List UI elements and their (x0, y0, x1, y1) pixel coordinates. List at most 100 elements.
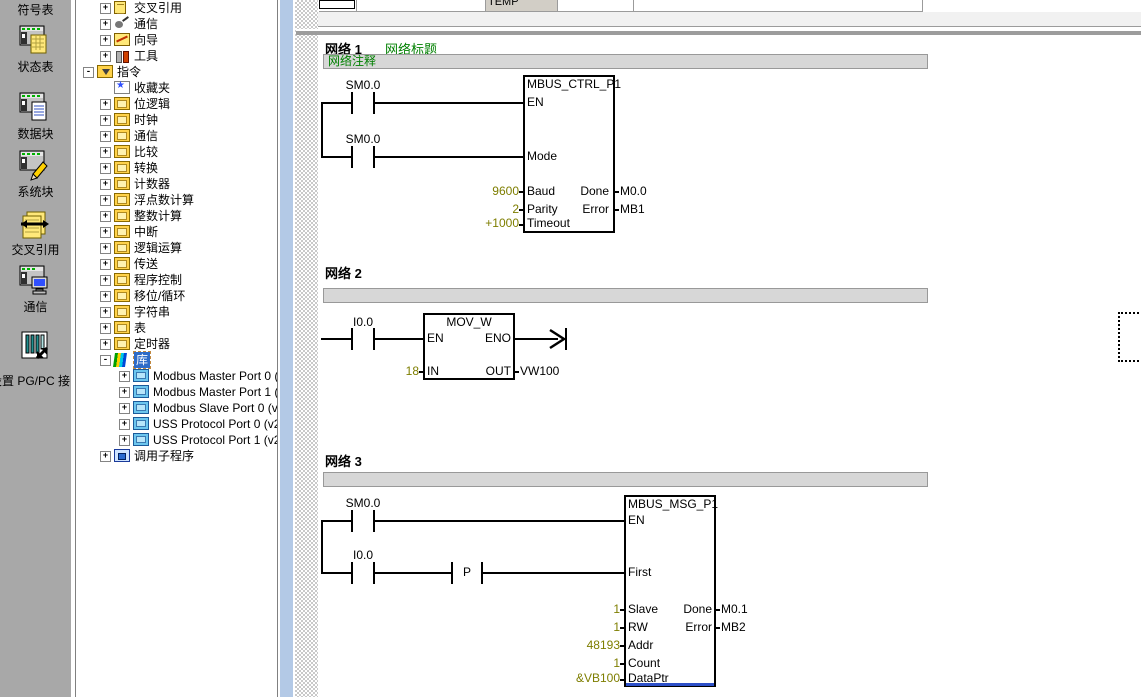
horizontal-splitter[interactable] (296, 29, 1141, 35)
var-table-row-header[interactable] (319, 0, 355, 9)
contact[interactable] (373, 510, 375, 532)
param-value-slave[interactable]: 1 (542, 602, 620, 616)
contact[interactable] (351, 92, 353, 114)
contact[interactable] (373, 92, 375, 114)
contact-operand[interactable]: I0.0 (333, 315, 393, 329)
output-operand-error[interactable]: MB2 (721, 620, 746, 634)
nav-communications[interactable]: 通信 (0, 265, 71, 313)
expand-toggle[interactable]: - (83, 67, 94, 78)
tree-item[interactable]: +交叉引用 (76, 0, 277, 16)
contact-operand[interactable]: SM0.0 (333, 496, 393, 510)
tree-item[interactable]: +浮点数计算 (76, 192, 277, 208)
expand-toggle[interactable]: + (100, 179, 111, 190)
tree-item[interactable]: +整数计算 (76, 208, 277, 224)
tree-item[interactable]: +程序控制 (76, 272, 277, 288)
output-operand-done[interactable]: M0.1 (721, 602, 748, 616)
expand-toggle[interactable]: + (119, 371, 130, 382)
tree-item[interactable]: +比较 (76, 144, 277, 160)
param-value-parity[interactable]: 2 (449, 202, 519, 216)
tree-item[interactable]: +逻辑运算 (76, 240, 277, 256)
expand-toggle[interactable]: + (100, 195, 111, 206)
tree-item[interactable]: 收藏夹 (76, 80, 277, 96)
contact[interactable] (351, 510, 353, 532)
expand-toggle[interactable]: + (100, 115, 111, 126)
expand-toggle[interactable]: + (100, 291, 111, 302)
contact-operand[interactable]: SM0.0 (333, 78, 393, 92)
expand-toggle[interactable]: + (100, 243, 111, 254)
expand-toggle[interactable]: + (100, 35, 111, 46)
network-2-label[interactable]: 网络 2 (325, 263, 362, 282)
output-operand-error[interactable]: MB1 (620, 202, 645, 216)
contact[interactable] (373, 562, 375, 584)
expand-toggle[interactable]: + (100, 99, 111, 110)
expand-toggle[interactable]: + (119, 387, 130, 398)
tree-item[interactable]: +Modbus Master Port 0 (v1 (76, 368, 277, 384)
tree-item[interactable]: +位逻辑 (76, 96, 277, 112)
param-value-dataptr[interactable]: &VB100 (542, 671, 620, 685)
expand-toggle[interactable]: + (100, 451, 111, 462)
contact[interactable] (351, 328, 353, 350)
expand-toggle[interactable]: + (100, 275, 111, 286)
expand-toggle[interactable]: + (100, 211, 111, 222)
param-value-baud[interactable]: 9600 (449, 184, 519, 198)
tree-item[interactable]: +USS Protocol Port 1 (v2.3 (76, 432, 277, 448)
nav-symbol-table[interactable]: 符号表 (0, 0, 71, 18)
expand-toggle[interactable]: + (100, 19, 111, 30)
expand-toggle[interactable]: + (119, 435, 130, 446)
param-value-count[interactable]: 1 (542, 656, 620, 670)
pane-splitter[interactable] (280, 0, 293, 697)
tree-item[interactable]: +时钟 (76, 112, 277, 128)
expand-toggle[interactable]: + (100, 147, 111, 158)
tree-item[interactable]: +传送 (76, 256, 277, 272)
expand-toggle[interactable]: - (100, 355, 111, 366)
tree-item[interactable]: +移位/循环 (76, 288, 277, 304)
tree-item[interactable]: +中断 (76, 224, 277, 240)
expand-toggle[interactable]: + (119, 403, 130, 414)
tree-item[interactable]: +定时器 (76, 336, 277, 352)
expand-toggle[interactable]: + (100, 131, 111, 142)
expand-toggle[interactable]: + (100, 3, 111, 14)
tree-item[interactable]: +字符串 (76, 304, 277, 320)
tree-item[interactable]: +工具 (76, 48, 277, 64)
network-3-comment[interactable] (323, 472, 928, 487)
expand-toggle[interactable]: + (100, 51, 111, 62)
tree-item[interactable]: +Modbus Slave Port 0 (v1.l (76, 400, 277, 416)
nav-data-block[interactable]: 数据块 (0, 92, 71, 140)
tree-item[interactable]: +向导 (76, 32, 277, 48)
tree-item[interactable]: -指令 (76, 64, 277, 80)
expand-toggle[interactable]: + (100, 163, 111, 174)
param-value-rw[interactable]: 1 (542, 620, 620, 634)
nav-status-chart[interactable]: 状态表 (0, 25, 71, 73)
contact[interactable] (373, 328, 375, 350)
contact[interactable] (351, 562, 353, 584)
output-operand-out[interactable]: VW100 (520, 364, 559, 378)
expand-toggle[interactable]: + (100, 323, 111, 334)
param-value-addr[interactable]: 48193 (542, 638, 620, 652)
network-1-comment[interactable]: 网络注释 (323, 54, 928, 69)
nav-system-block[interactable]: 系统块 (0, 150, 71, 198)
contact-operand[interactable]: I0.0 (333, 548, 393, 562)
contact[interactable] (373, 146, 375, 168)
expand-toggle[interactable]: + (100, 259, 111, 270)
expand-toggle[interactable]: + (100, 227, 111, 238)
expand-toggle[interactable]: + (119, 419, 130, 430)
tree-item[interactable]: +Modbus Master Port 1 (v1 (76, 384, 277, 400)
contact[interactable] (351, 146, 353, 168)
nav-cross-reference[interactable]: 交叉引用 (0, 208, 71, 256)
output-operand-done[interactable]: M0.0 (620, 184, 647, 198)
tree-item[interactable]: -库 (76, 352, 277, 368)
var-type-cell[interactable]: TEMP (485, 0, 557, 11)
tree-item[interactable]: +通信 (76, 16, 277, 32)
nav-set-pg-pc-interface[interactable]: 设置 PG/PC 接口 (0, 330, 71, 390)
tree-item[interactable]: +转换 (76, 160, 277, 176)
network-3-label[interactable]: 网络 3 (325, 451, 362, 470)
expand-toggle[interactable]: + (100, 339, 111, 350)
param-value-in[interactable]: 18 (379, 364, 419, 378)
tree-item[interactable]: +表 (76, 320, 277, 336)
tree-item[interactable]: +计数器 (76, 176, 277, 192)
tree-item[interactable]: +调用子程序 (76, 448, 277, 464)
param-value-timeout[interactable]: +1000 (449, 216, 519, 230)
network-2-comment[interactable] (323, 288, 928, 303)
tree-item[interactable]: +通信 (76, 128, 277, 144)
tree-item[interactable]: +USS Protocol Port 0 (v2.3 (76, 416, 277, 432)
